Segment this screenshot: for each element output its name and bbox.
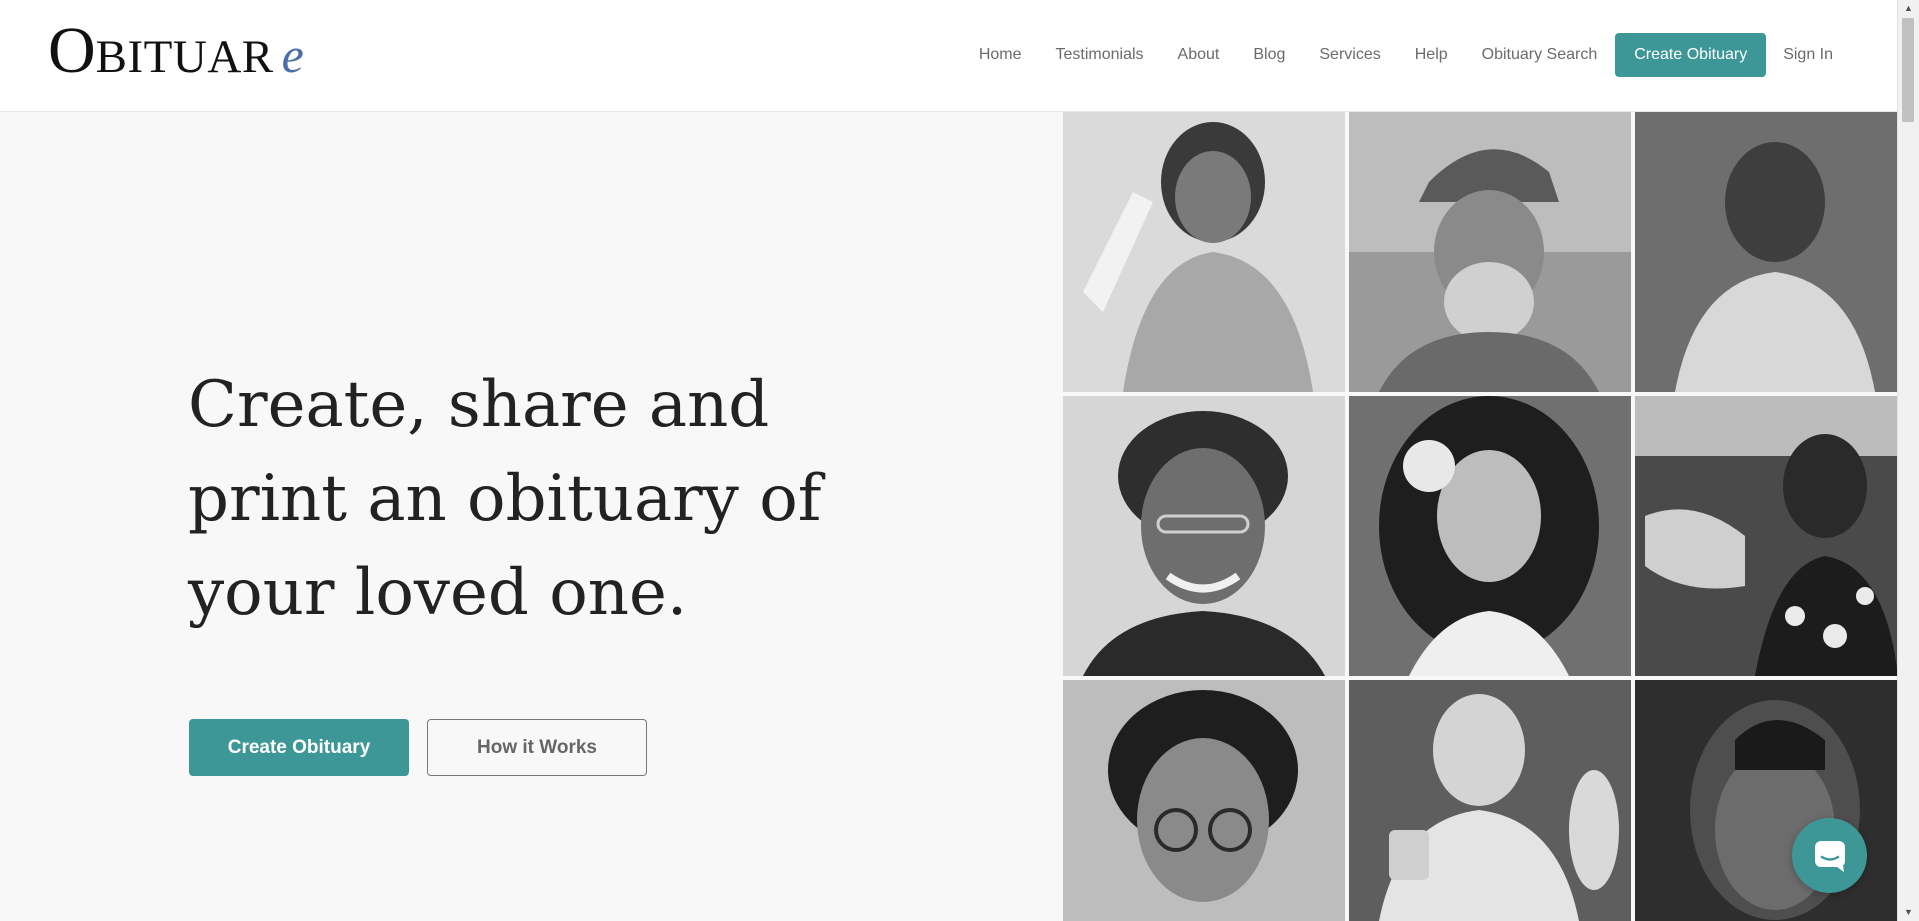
nav-sign-in[interactable]: Sign In bbox=[1766, 33, 1850, 77]
nav-help[interactable]: Help bbox=[1398, 33, 1465, 77]
site-header: O BITUAR e Home Testimonials About Blog … bbox=[0, 0, 1898, 112]
portrait-photo bbox=[1349, 112, 1631, 392]
scroll-down-icon[interactable]: ▼ bbox=[1898, 904, 1919, 921]
portrait-photo bbox=[1635, 680, 1898, 921]
chat-launcher-button[interactable] bbox=[1792, 818, 1867, 893]
nav-services[interactable]: Services bbox=[1302, 33, 1397, 77]
portrait-photo bbox=[1063, 680, 1345, 921]
nav-home[interactable]: Home bbox=[962, 33, 1039, 77]
main-nav: Home Testimonials About Blog Services He… bbox=[962, 33, 1850, 77]
chat-icon bbox=[1815, 841, 1845, 872]
obituare-logo[interactable]: O BITUAR e bbox=[48, 18, 304, 84]
portrait-photo bbox=[1635, 112, 1898, 392]
scroll-up-icon[interactable]: ▲ bbox=[1898, 0, 1919, 17]
portrait-photo bbox=[1063, 112, 1345, 392]
portrait-photo bbox=[1063, 396, 1345, 676]
nav-create-obituary-button[interactable]: Create Obituary bbox=[1615, 33, 1767, 77]
nav-about[interactable]: About bbox=[1161, 33, 1237, 77]
nav-obituary-search[interactable]: Obituary Search bbox=[1465, 33, 1615, 77]
nav-blog[interactable]: Blog bbox=[1236, 33, 1302, 77]
hero-title: Create, share and print an obituary of y… bbox=[188, 368, 822, 630]
logo-wordmark: BITUAR bbox=[95, 31, 274, 83]
logo-suffix: e bbox=[281, 27, 304, 83]
portrait-photo bbox=[1349, 396, 1631, 676]
how-it-works-button[interactable]: How it Works bbox=[427, 719, 647, 776]
scroll-thumb[interactable] bbox=[1902, 18, 1914, 122]
create-obituary-button[interactable]: Create Obituary bbox=[189, 719, 409, 776]
page-scrollbar[interactable]: ▲ ▼ bbox=[1897, 0, 1919, 921]
photo-grid bbox=[1063, 112, 1898, 921]
nav-testimonials[interactable]: Testimonials bbox=[1039, 33, 1161, 77]
portrait-photo bbox=[1635, 396, 1898, 676]
portrait-photo bbox=[1349, 680, 1631, 921]
logo-initial: O bbox=[48, 14, 96, 87]
